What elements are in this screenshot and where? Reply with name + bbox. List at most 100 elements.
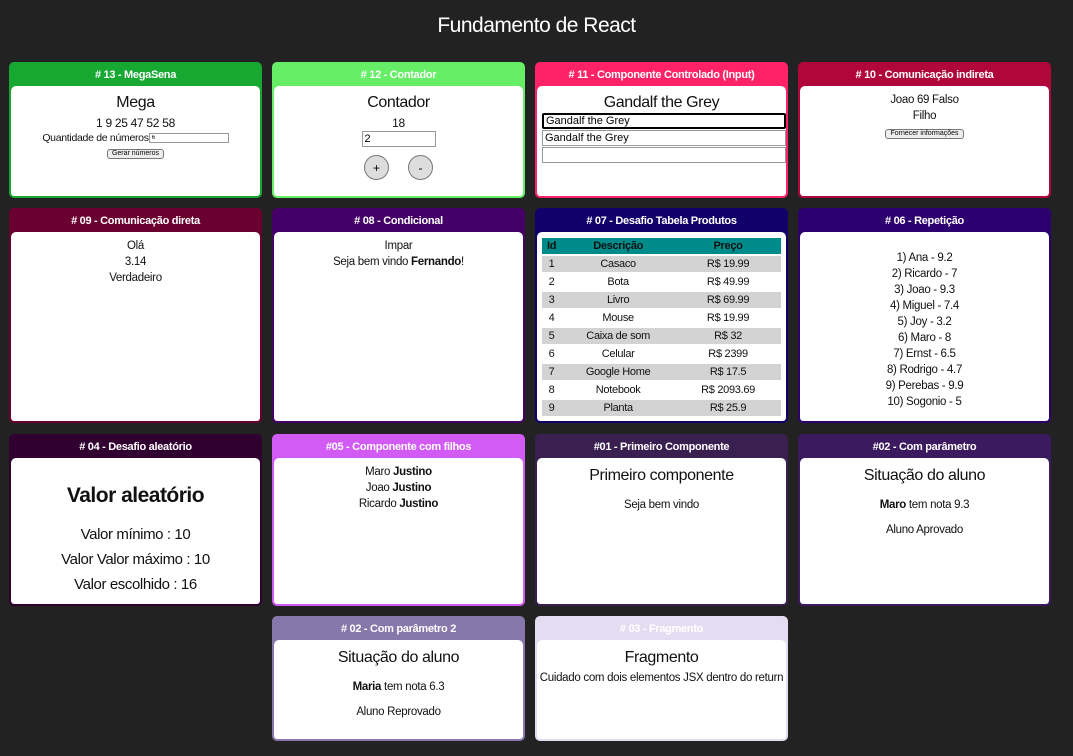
- cell-price: R$ 2093.69: [675, 382, 781, 398]
- greeting-suffix: !: [461, 256, 464, 268]
- table-row: 7 Google Home R$ 17.5: [542, 364, 781, 380]
- card-filhos-header: #05 - Componente com filhos: [325, 441, 472, 453]
- card-repeticao-body: 1) Ana - 9.2 2) Ricardo - 7 3) Joao - 9.…: [800, 232, 1049, 421]
- card-parametro-body: Situação do aluno Maro tem nota 9.3 Alun…: [800, 458, 1049, 604]
- generate-numbers-button[interactable]: Gerar números: [106, 149, 165, 159]
- child-last-name: Justino: [399, 498, 439, 510]
- student-name: Maria: [352, 681, 382, 693]
- cell-id: 3: [542, 292, 562, 308]
- card-filhos: #05 - Componente com filhos Maro Justino…: [272, 434, 525, 606]
- controlado-input-readonly[interactable]: [542, 130, 786, 146]
- indireta-line2: Filho: [912, 110, 937, 122]
- cell-description: Caixa de som: [561, 328, 676, 344]
- megasena-qty-label: Quantidade de números: [42, 132, 149, 144]
- direta-line: Verdadeiro: [109, 272, 162, 284]
- cell-id: 8: [542, 382, 562, 398]
- card-parametro-header: #02 - Com parâmetro: [872, 441, 977, 453]
- card-direta-body: Olá 3.14 Verdadeiro: [11, 232, 260, 421]
- card-parametro2-body: Situação do aluno Maria tem nota 6.3 Alu…: [274, 640, 523, 739]
- list-item: 6) Maro - 8: [898, 332, 951, 344]
- list-item: 1) Ana - 9.2: [896, 252, 953, 264]
- controlado-title: Gandalf the Grey: [603, 94, 720, 111]
- cell-description: Casaco: [561, 256, 676, 272]
- aleatorio-max: Valor Valor máximo : 10: [61, 551, 210, 568]
- card-parametro2-header: # 02 - Com parâmetro 2: [340, 623, 457, 635]
- primeiro-title: Primeiro componente: [589, 467, 734, 484]
- card-direta-header: # 09 - Comunicação direta: [71, 215, 200, 227]
- card-megasena-body: Mega 1 9 25 47 52 58 Quantidade de númer…: [11, 86, 260, 196]
- megasena-qty-row: Quantidade de números: [11, 132, 260, 144]
- contador-title: Contador: [367, 94, 430, 111]
- card-fragmento: # 03 - Fragmento Fragmento Cuidado com d…: [535, 616, 788, 741]
- card-condicional-header: # 08 - Condicional: [354, 215, 443, 227]
- products-table: Id Descrição Preço 1 Casaco R$ 19.99 2 Bota…: [542, 236, 781, 418]
- cell-price: R$ 49.99: [675, 274, 781, 290]
- cell-description: Celular: [561, 346, 676, 362]
- parametro2-grade: Maria tem nota 6.3: [274, 681, 523, 693]
- cell-id: 2: [542, 274, 562, 290]
- child-first-name: Ricardo: [358, 498, 400, 510]
- card-controlado-header: # 11 - Componente Controlado (Input): [568, 69, 755, 81]
- increment-button[interactable]: +: [364, 155, 390, 180]
- list-item: 10) Sogonio - 5: [887, 396, 962, 408]
- card-repeticao: # 06 - Repetição 1) Ana - 9.2 2) Ricardo…: [798, 208, 1051, 423]
- aleatorio-min: Valor mínimo : 10: [80, 526, 191, 543]
- card-controlado: # 11 - Componente Controlado (Input) Gan…: [535, 62, 788, 198]
- child-last-name: Justino: [392, 482, 432, 494]
- column-header-description: Descrição: [561, 238, 676, 254]
- card-fragmento-header: # 03 - Fragmento: [619, 623, 704, 635]
- cell-description: Livro: [561, 292, 676, 308]
- table-row: 9 Planta R$ 25.9: [542, 400, 781, 416]
- megasena-qty-input[interactable]: [148, 133, 229, 144]
- cell-price: R$ 19.99: [675, 256, 781, 272]
- student-grade: tem nota 9.3: [906, 499, 970, 511]
- card-tabela-header: # 07 - Desafio Tabela Produtos: [586, 215, 737, 227]
- cell-description: Planta: [561, 400, 676, 416]
- list-item: 9) Perebas - 9.9: [885, 380, 964, 392]
- direta-line: Olá: [127, 240, 144, 252]
- controlado-input-empty[interactable]: [542, 147, 786, 163]
- student-name: Maro: [879, 499, 907, 511]
- cell-description: Bota: [561, 274, 676, 290]
- card-primeiro-body: Primeiro componente Seja bem vindo: [537, 458, 786, 604]
- contador-step-input[interactable]: [361, 131, 436, 147]
- card-primeiro: #01 - Primeiro Componente Primeiro compo…: [535, 434, 788, 606]
- controlado-input-focused[interactable]: [542, 113, 786, 129]
- column-header-price: Preço: [675, 238, 781, 254]
- card-contador: # 12 - Contador Contador 18 + -: [272, 62, 525, 198]
- list-item: 5) Joy - 3.2: [897, 316, 952, 328]
- page-title: Fundamento de React: [437, 14, 636, 37]
- decrement-button[interactable]: -: [407, 155, 433, 180]
- table-row: 1 Casaco R$ 19.99: [542, 256, 781, 272]
- card-direta: # 09 - Comunicação direta Olá 3.14 Verda…: [9, 208, 262, 423]
- parametro-title: Situação do aluno: [863, 467, 986, 484]
- card-megasena-header: # 13 - MegaSena: [94, 69, 177, 81]
- card-tabela-body: Id Descrição Preço 1 Casaco R$ 19.99 2 Bota…: [537, 232, 786, 421]
- list-item: Joao Justino: [274, 480, 523, 496]
- list-item: 7) Ernst - 6.5: [893, 348, 956, 360]
- cell-id: 4: [542, 310, 562, 326]
- cell-price: R$ 19.99: [675, 310, 781, 326]
- parametro-grade: Maro tem nota 9.3: [800, 499, 1049, 511]
- card-controlado-body: Gandalf the Grey: [537, 86, 786, 196]
- megasena-title: Mega: [116, 94, 155, 111]
- card-filhos-body: Maro Justino Joao Justino Ricardo Justin…: [274, 458, 523, 604]
- list-item: 3) Joao - 9.3: [894, 284, 955, 296]
- card-parametro2: # 02 - Com parâmetro 2 Situação do aluno…: [272, 616, 525, 741]
- cell-price: R$ 25.9: [675, 400, 781, 416]
- table-row: 6 Celular R$ 2399: [542, 346, 781, 362]
- card-condicional: # 08 - Condicional Impar Seja bem vindo …: [272, 208, 525, 423]
- indireta-line1: Joao 69 Falso: [890, 94, 959, 106]
- contador-value: 18: [392, 116, 405, 130]
- child-first-name: Maro: [365, 466, 394, 478]
- megasena-numbers: 1 9 25 47 52 58: [96, 116, 175, 130]
- card-contador-header: # 12 - Contador: [360, 69, 437, 81]
- provide-info-button[interactable]: Fornecer informações: [885, 129, 964, 139]
- primeiro-text: Seja bem vindo: [623, 499, 700, 511]
- card-aleatorio-header: # 04 - Desafio aleatório: [79, 441, 192, 453]
- parametro-result: Aluno Aprovado: [885, 524, 963, 536]
- table-row: 2 Bota R$ 49.99: [542, 274, 781, 290]
- table-row: 5 Caixa de som R$ 32: [542, 328, 781, 344]
- aleatorio-chosen: Valor escolhido : 16: [74, 576, 197, 593]
- child-last-name: Justino: [393, 466, 432, 478]
